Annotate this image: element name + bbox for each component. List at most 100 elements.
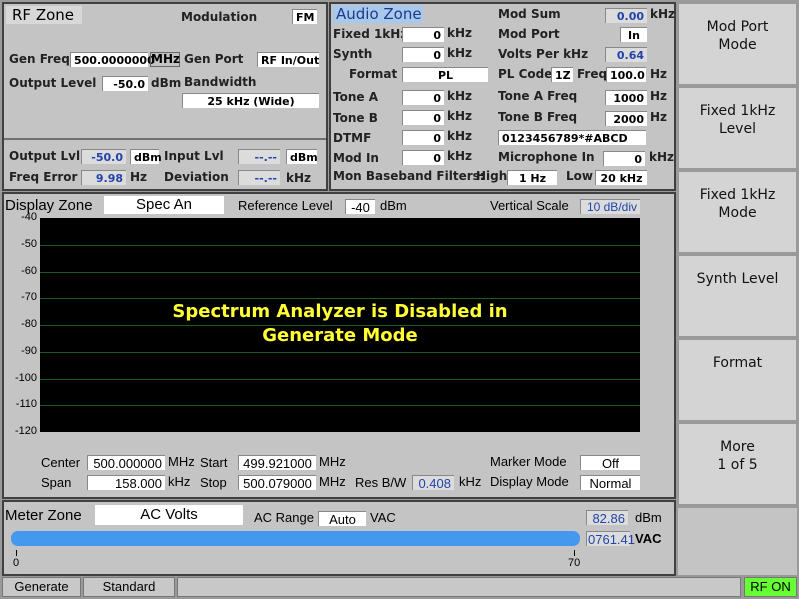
vertical-scale-label: Vertical Scale (490, 198, 569, 213)
tone-a-freq-unit: Hz (650, 89, 668, 103)
reference-level-unit: dBm (380, 198, 407, 213)
rf-zone-title[interactable]: RF Zone (6, 6, 82, 24)
tone-a-unit: kHz (447, 89, 473, 103)
audio-zone-title[interactable]: Audio Zone (333, 5, 423, 23)
y-tick-label: -60 (21, 264, 37, 277)
output-lvl-unit-button[interactable]: dBm (130, 149, 162, 164)
tone-b-freq-unit: Hz (650, 110, 668, 124)
microphone-in-field[interactable]: 0 (603, 151, 645, 166)
pl-code-field[interactable]: 1Z (551, 67, 573, 82)
input-lvl-readout: --.-- (238, 149, 280, 164)
grid-line (40, 405, 640, 407)
divider (4, 138, 326, 140)
meter-vac-unit: VAC (635, 531, 662, 546)
span-field[interactable]: 158.000 (87, 475, 165, 491)
softkey-3[interactable]: Fixed 1kHz Mode (678, 171, 797, 253)
center-field[interactable]: 500.000000 (87, 455, 165, 471)
pl-freq-unit: Hz (650, 67, 668, 81)
low-filter-label: Low (566, 169, 593, 183)
gen-freq-field[interactable]: 500.0000000 (70, 52, 155, 67)
output-lvl-readout: -50.0 (81, 149, 126, 164)
stop-unit: MHz (319, 474, 346, 489)
meter-vac-readout: 0761.41 (586, 531, 635, 547)
input-lvl-unit-button[interactable]: dBm (286, 149, 318, 164)
freq-error-readout: 9.98 (81, 170, 126, 185)
low-filter-field[interactable]: 20 kHz (595, 170, 647, 185)
mod-port-label: Mod Port (498, 27, 560, 41)
display-mode-field[interactable]: Normal (580, 475, 640, 491)
gen-port-label: Gen Port (184, 52, 244, 66)
y-tick-label: -80 (21, 318, 37, 330)
meter-zone-title[interactable]: Meter Zone (5, 507, 82, 525)
display-mode-label: Display Mode (490, 474, 569, 489)
scale-min-label: 0 (13, 557, 20, 569)
mod-in-unit: kHz (447, 149, 473, 163)
synth-field[interactable]: 0 (402, 47, 444, 62)
modulation-field[interactable]: FM (292, 9, 317, 24)
marker-mode-field[interactable]: Off (580, 455, 640, 471)
output-level-field[interactable]: -50.0 (102, 76, 148, 91)
center-label: Center (41, 455, 81, 470)
fixed-1khz-field[interactable]: 0 (402, 27, 444, 42)
display-mode-selector[interactable]: Spec An (104, 196, 224, 214)
ac-range-field[interactable]: Auto (318, 511, 366, 527)
scale-max-label: 70 (568, 557, 581, 569)
mod-sum-label: Mod Sum (498, 7, 561, 21)
meter-mode-selector[interactable]: AC Volts (95, 505, 243, 525)
tone-b-freq-label: Tone B Freq (498, 110, 578, 124)
mod-in-field[interactable]: 0 (402, 150, 444, 165)
high-filter-field[interactable]: 1 Hz (507, 170, 557, 185)
stop-field[interactable]: 500.079000 (238, 475, 316, 491)
pl-freq-field[interactable]: 100.0 (606, 67, 646, 82)
output-lvl-label: Output Lvl (9, 149, 81, 163)
tone-b-freq-field[interactable]: 2000 (605, 111, 647, 126)
stop-label: Stop (200, 475, 227, 490)
tone-a-field[interactable]: 0 (402, 90, 444, 105)
gen-freq-unit-button[interactable]: MHz (150, 52, 180, 67)
mod-port-field[interactable]: In (620, 27, 647, 42)
high-filter-label: High (476, 169, 508, 183)
softkey-1[interactable]: Mod Port Mode (678, 3, 797, 85)
softkey-5[interactable]: Format (678, 339, 797, 421)
gen-port-field[interactable]: RF In/Out (257, 52, 319, 67)
fixed-1khz-label: Fixed 1kHz (333, 27, 408, 41)
softkey-6[interactable]: More 1 of 5 (678, 423, 797, 505)
fixed-1khz-unit: kHz (447, 26, 473, 40)
ac-range-label: AC Range (254, 510, 314, 525)
format-label: Format (349, 67, 398, 81)
microphone-in-label: Microphone In (498, 150, 595, 164)
start-field[interactable]: 499.921000 (238, 455, 316, 471)
grid-line (40, 298, 640, 300)
status-mode[interactable]: Generate (2, 577, 81, 597)
softkey-4[interactable]: Synth Level (678, 255, 797, 337)
meter-bar-fill (11, 531, 580, 546)
mod-in-label: Mod In (333, 151, 379, 165)
bandwidth-field[interactable]: 25 kHz (Wide) (182, 93, 319, 108)
reference-level-field[interactable]: -40 (345, 199, 375, 215)
volts-per-khz-readout: 0.64 (605, 47, 647, 62)
vertical-scale-field[interactable]: 10 dB/div (580, 199, 640, 214)
deviation-label: Deviation (164, 170, 229, 184)
dtmf-field[interactable]: 0 (402, 130, 444, 145)
tone-a-freq-field[interactable]: 1000 (605, 90, 647, 105)
dtmf-unit: kHz (447, 129, 473, 143)
status-standard[interactable]: Standard (83, 577, 175, 597)
tone-b-field[interactable]: 0 (402, 110, 444, 125)
dtmf-string-field[interactable]: 0123456789*#ABCD (498, 130, 646, 145)
disabled-message-line2: Generate Mode (262, 325, 418, 346)
softkey-blank-area (678, 508, 797, 575)
center-unit: MHz (168, 454, 195, 469)
y-tick-label: -110 (15, 398, 37, 411)
meter-dbm-readout: 82.86 (586, 510, 628, 526)
disabled-message-line1: Spectrum Analyzer is Disabled in (172, 301, 508, 322)
ac-range-unit: VAC (370, 510, 396, 525)
tone-a-label: Tone A (333, 90, 378, 104)
volts-per-khz-label: Volts Per kHz (498, 47, 589, 61)
pl-freq-label: Freq (577, 67, 608, 81)
softkey-2[interactable]: Fixed 1kHz Level (678, 87, 797, 169)
tone-b-label: Tone B (333, 111, 378, 125)
format-field[interactable]: PL (402, 67, 488, 82)
meter-bar-track (11, 531, 580, 546)
spectrum-plot: Spectrum Analyzer is Disabled in Generat… (40, 218, 640, 432)
span-label: Span (41, 475, 72, 490)
